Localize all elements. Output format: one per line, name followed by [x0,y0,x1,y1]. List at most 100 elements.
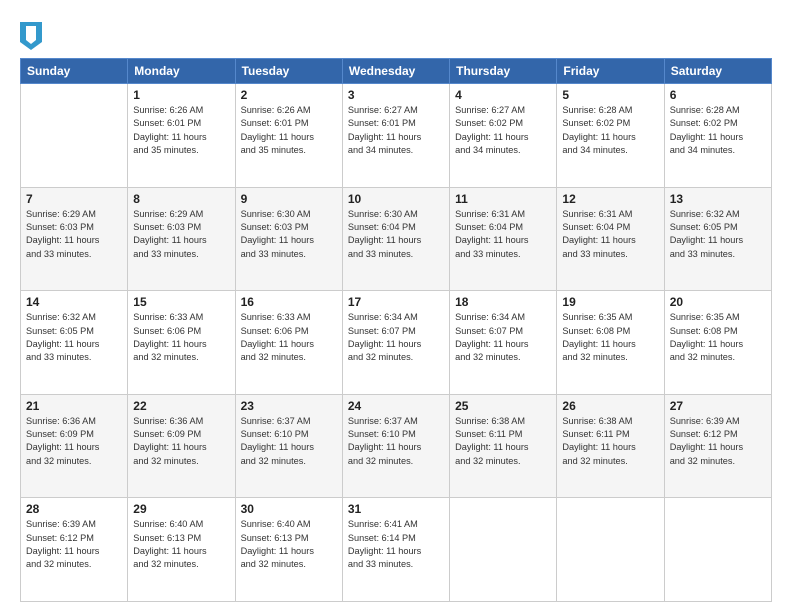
logo-icon [20,22,42,50]
col-header-monday: Monday [128,59,235,84]
day-info: Sunrise: 6:40 AMSunset: 6:13 PMDaylight:… [241,518,337,571]
day-info: Sunrise: 6:31 AMSunset: 6:04 PMDaylight:… [562,208,658,261]
calendar-cell: 8Sunrise: 6:29 AMSunset: 6:03 PMDaylight… [128,187,235,291]
calendar-header-row: SundayMondayTuesdayWednesdayThursdayFrid… [21,59,772,84]
calendar-week-5: 28 Sunrise: 6:39 AMSunset: 6:12 PMDayligh… [21,498,772,602]
day-number: 30 [241,502,337,516]
day-number: 29 [133,502,229,516]
calendar-cell: 14Sunrise: 6:32 AMSunset: 6:05 PMDayligh… [21,291,128,395]
day-number: 28 [26,502,122,516]
day-number: 9 [241,192,337,206]
day-info: Sunrise: 6:30 AMSunset: 6:04 PMDaylight:… [348,208,444,261]
day-info: Sunrise: 6:34 AMSunset: 6:07 PMDaylight:… [348,311,444,364]
day-number: 22 [133,399,229,413]
day-number: 23 [241,399,337,413]
calendar-cell: 28 Sunrise: 6:39 AMSunset: 6:12 PMDayligh… [21,498,128,602]
calendar-cell: 26 Sunrise: 6:38 AMSunset: 6:11 PMDayligh… [557,394,664,498]
calendar-cell: 19 Sunrise: 6:35 AMSunset: 6:08 PMDayligh… [557,291,664,395]
col-header-sunday: Sunday [21,59,128,84]
calendar-week-3: 14Sunrise: 6:32 AMSunset: 6:05 PMDayligh… [21,291,772,395]
day-number: 21 [26,399,122,413]
calendar-cell: 31 Sunrise: 6:41 AMSunset: 6:14 PMDayligh… [342,498,449,602]
calendar-cell: 12 Sunrise: 6:31 AMSunset: 6:04 PMDayligh… [557,187,664,291]
day-info: Sunrise: 6:35 AMSunset: 6:08 PMDaylight:… [670,311,766,364]
calendar-cell: 25 Sunrise: 6:38 AMSunset: 6:11 PMDayligh… [450,394,557,498]
day-number: 26 [562,399,658,413]
day-number: 11 [455,192,551,206]
calendar-cell: 24 Sunrise: 6:37 AMSunset: 6:10 PMDayligh… [342,394,449,498]
col-header-tuesday: Tuesday [235,59,342,84]
calendar-cell: 9 Sunrise: 6:30 AMSunset: 6:03 PMDaylight… [235,187,342,291]
day-info: Sunrise: 6:38 AMSunset: 6:11 PMDaylight:… [562,415,658,468]
calendar-cell [664,498,771,602]
day-info: Sunrise: 6:27 AMSunset: 6:02 PMDaylight:… [455,104,551,157]
calendar-week-2: 7 Sunrise: 6:29 AMSunset: 6:03 PMDaylight… [21,187,772,291]
calendar-cell: 1 Sunrise: 6:26 AMSunset: 6:01 PMDaylight… [128,84,235,188]
day-number: 7 [26,192,122,206]
calendar-cell: 21 Sunrise: 6:36 AMSunset: 6:09 PMDayligh… [21,394,128,498]
calendar-cell [557,498,664,602]
day-info: Sunrise: 6:37 AMSunset: 6:10 PMDaylight:… [241,415,337,468]
calendar-cell: 16 Sunrise: 6:33 AMSunset: 6:06 PMDayligh… [235,291,342,395]
header [20,18,772,50]
calendar-cell: 10 Sunrise: 6:30 AMSunset: 6:04 PMDayligh… [342,187,449,291]
day-info: Sunrise: 6:26 AMSunset: 6:01 PMDaylight:… [133,104,229,157]
calendar-cell: 13Sunrise: 6:32 AMSunset: 6:05 PMDayligh… [664,187,771,291]
day-info: Sunrise: 6:27 AMSunset: 6:01 PMDaylight:… [348,104,444,157]
day-info: Sunrise: 6:30 AMSunset: 6:03 PMDaylight:… [241,208,337,261]
day-number: 10 [348,192,444,206]
day-number: 31 [348,502,444,516]
calendar-cell: 29 Sunrise: 6:40 AMSunset: 6:13 PMDayligh… [128,498,235,602]
day-number: 4 [455,88,551,102]
day-info: Sunrise: 6:29 AMSunset: 6:03 PMDaylight:… [26,208,122,261]
day-number: 12 [562,192,658,206]
day-info: Sunrise: 6:37 AMSunset: 6:10 PMDaylight:… [348,415,444,468]
day-info: Sunrise: 6:34 AMSunset: 6:07 PMDaylight:… [455,311,551,364]
calendar-cell: 30 Sunrise: 6:40 AMSunset: 6:13 PMDayligh… [235,498,342,602]
day-info: Sunrise: 6:41 AMSunset: 6:14 PMDaylight:… [348,518,444,571]
day-number: 5 [562,88,658,102]
calendar-cell: 7 Sunrise: 6:29 AMSunset: 6:03 PMDaylight… [21,187,128,291]
day-info: Sunrise: 6:26 AMSunset: 6:01 PMDaylight:… [241,104,337,157]
calendar-table: SundayMondayTuesdayWednesdayThursdayFrid… [20,58,772,602]
day-info: Sunrise: 6:32 AMSunset: 6:05 PMDaylight:… [670,208,766,261]
calendar-cell: 15 Sunrise: 6:33 AMSunset: 6:06 PMDayligh… [128,291,235,395]
day-info: Sunrise: 6:32 AMSunset: 6:05 PMDaylight:… [26,311,122,364]
logo [20,22,46,50]
calendar-cell: 20Sunrise: 6:35 AMSunset: 6:08 PMDayligh… [664,291,771,395]
col-header-saturday: Saturday [664,59,771,84]
col-header-thursday: Thursday [450,59,557,84]
day-number: 18 [455,295,551,309]
day-number: 16 [241,295,337,309]
day-number: 6 [670,88,766,102]
day-info: Sunrise: 6:33 AMSunset: 6:06 PMDaylight:… [241,311,337,364]
day-info: Sunrise: 6:40 AMSunset: 6:13 PMDaylight:… [133,518,229,571]
calendar-week-4: 21 Sunrise: 6:36 AMSunset: 6:09 PMDayligh… [21,394,772,498]
calendar-cell: 5Sunrise: 6:28 AMSunset: 6:02 PMDaylight… [557,84,664,188]
day-info: Sunrise: 6:31 AMSunset: 6:04 PMDaylight:… [455,208,551,261]
day-info: Sunrise: 6:39 AMSunset: 6:12 PMDaylight:… [670,415,766,468]
col-header-wednesday: Wednesday [342,59,449,84]
day-info: Sunrise: 6:35 AMSunset: 6:08 PMDaylight:… [562,311,658,364]
day-number: 1 [133,88,229,102]
calendar-cell: 11 Sunrise: 6:31 AMSunset: 6:04 PMDayligh… [450,187,557,291]
day-number: 2 [241,88,337,102]
day-info: Sunrise: 6:33 AMSunset: 6:06 PMDaylight:… [133,311,229,364]
calendar-cell: 2 Sunrise: 6:26 AMSunset: 6:01 PMDaylight… [235,84,342,188]
day-number: 15 [133,295,229,309]
day-number: 19 [562,295,658,309]
day-info: Sunrise: 6:38 AMSunset: 6:11 PMDaylight:… [455,415,551,468]
calendar-cell: 18 Sunrise: 6:34 AMSunset: 6:07 PMDayligh… [450,291,557,395]
calendar-cell: 22Sunrise: 6:36 AMSunset: 6:09 PMDayligh… [128,394,235,498]
page: SundayMondayTuesdayWednesdayThursdayFrid… [0,0,792,612]
day-info: Sunrise: 6:36 AMSunset: 6:09 PMDaylight:… [26,415,122,468]
day-number: 24 [348,399,444,413]
calendar-cell: 6Sunrise: 6:28 AMSunset: 6:02 PMDaylight… [664,84,771,188]
calendar-cell: 4 Sunrise: 6:27 AMSunset: 6:02 PMDaylight… [450,84,557,188]
calendar-cell: 27Sunrise: 6:39 AMSunset: 6:12 PMDayligh… [664,394,771,498]
calendar-cell [450,498,557,602]
day-number: 25 [455,399,551,413]
calendar-cell [21,84,128,188]
day-info: Sunrise: 6:39 AMSunset: 6:12 PMDaylight:… [26,518,122,571]
calendar-week-1: 1 Sunrise: 6:26 AMSunset: 6:01 PMDaylight… [21,84,772,188]
